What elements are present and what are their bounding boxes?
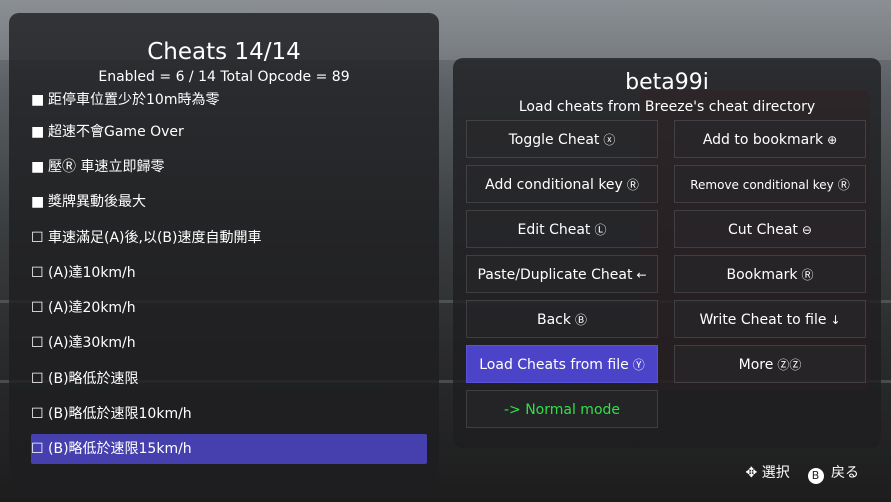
paste-duplicate-cheat-button[interactable]: Paste/Duplicate Cheat ← <box>466 255 658 293</box>
menu-subtitle: Load cheats from Breeze's cheat director… <box>518 99 816 115</box>
r-button-icon: Ⓡ <box>626 178 639 192</box>
remove-conditional-key-button[interactable]: Remove conditional key Ⓡ <box>674 165 866 203</box>
b-button-icon: B <box>807 468 824 484</box>
unchecked-box-icon: ☐ <box>31 230 44 246</box>
cut-cheat-button[interactable]: Cut Cheat ⊖ <box>674 210 866 248</box>
checked-box-icon: ■ <box>31 194 45 210</box>
menu-title: beta99i <box>625 70 709 95</box>
edit-cheat-button[interactable]: Edit Cheat Ⓛ <box>466 210 658 248</box>
cheat-item[interactable]: ☐ (B)略低於速限 <box>31 364 427 394</box>
r-button-icon: Ⓡ <box>837 178 850 192</box>
cheat-list-title: Cheats 14/14 <box>147 39 301 65</box>
unchecked-box-icon: ☐ <box>31 406 44 422</box>
cheat-item[interactable]: ☐ (B)略低於速限10km/h <box>31 399 427 429</box>
r-button-icon: Ⓡ <box>801 268 814 282</box>
y-button-icon: Ⓨ <box>632 358 645 372</box>
minus-icon: ⊖ <box>801 223 812 237</box>
back-hint-label: 戻る <box>831 465 859 481</box>
checked-box-icon: ■ <box>31 124 45 140</box>
unchecked-box-icon: ☐ <box>31 300 44 316</box>
cheat-item[interactable]: ☐ (A)達10km/h <box>31 258 427 288</box>
cheat-list-panel: Cheats 14/14 Enabled = 6 / 14 Total Opco… <box>9 13 439 491</box>
zl-zr-button-icon: ⓏⓏ <box>777 358 802 372</box>
normal-mode-button[interactable]: -> Normal mode <box>466 390 658 428</box>
cheat-item[interactable]: ■ 超速不會Game Over <box>31 117 427 147</box>
b-button-icon: Ⓑ <box>574 313 587 327</box>
unchecked-box-icon: ☐ <box>31 441 44 457</box>
unchecked-box-icon: ☐ <box>31 371 44 387</box>
bookmark-button[interactable]: Bookmark Ⓡ <box>674 255 866 293</box>
toggle-cheat-button[interactable]: Toggle Cheat ⓧ <box>466 120 658 158</box>
load-cheats-from-file-button[interactable]: Load Cheats from file Ⓨ <box>466 345 658 383</box>
dpad-icon: ✥ <box>745 465 758 481</box>
cheat-item[interactable]: ■ 獎牌異動後最大 <box>31 187 427 217</box>
cheat-item-selected[interactable]: ☐ (B)略低於速限15km/h <box>31 434 427 464</box>
cheat-item[interactable]: ☐ (A)達30km/h <box>31 328 427 358</box>
cheat-item[interactable]: ■ 壓Ⓡ 車速立即歸零 <box>31 152 427 182</box>
cheat-item[interactable]: ■ 距停車位置少於10m時為零 <box>31 85 427 115</box>
cheat-list-summary: Enabled = 6 / 14 Total Opcode = 89 <box>98 69 350 85</box>
l-button-icon: Ⓛ <box>594 223 607 237</box>
plus-icon: ⊕ <box>827 133 838 147</box>
cheat-item[interactable]: ☐ 車速滿足(A)後,以(B)速度自動開車 <box>31 223 427 253</box>
unchecked-box-icon: ☐ <box>31 335 44 351</box>
write-cheat-to-file-button[interactable]: Write Cheat to file ↓ <box>674 300 866 338</box>
select-hint-label: 選択 <box>761 465 790 481</box>
add-to-bookmark-button[interactable]: Add to bookmark ⊕ <box>674 120 866 158</box>
checked-box-icon: ■ <box>31 159 45 175</box>
more-button[interactable]: More ⓏⓏ <box>674 345 866 383</box>
cheat-menu-panel: beta99i Load cheats from Breeze's cheat … <box>453 58 881 448</box>
cheat-item[interactable]: ☐ (A)達20km/h <box>31 293 427 323</box>
add-conditional-key-button[interactable]: Add conditional key Ⓡ <box>466 165 658 203</box>
controls-hint: ✥ 選択 B 戻る <box>746 462 859 484</box>
checked-box-icon: ■ <box>31 92 45 108</box>
arrow-down-icon: ↓ <box>830 313 841 327</box>
back-button[interactable]: Back Ⓑ <box>466 300 658 338</box>
unchecked-box-icon: ☐ <box>31 265 44 281</box>
x-button-icon: ⓧ <box>603 133 616 147</box>
arrow-left-icon: ← <box>636 268 647 282</box>
